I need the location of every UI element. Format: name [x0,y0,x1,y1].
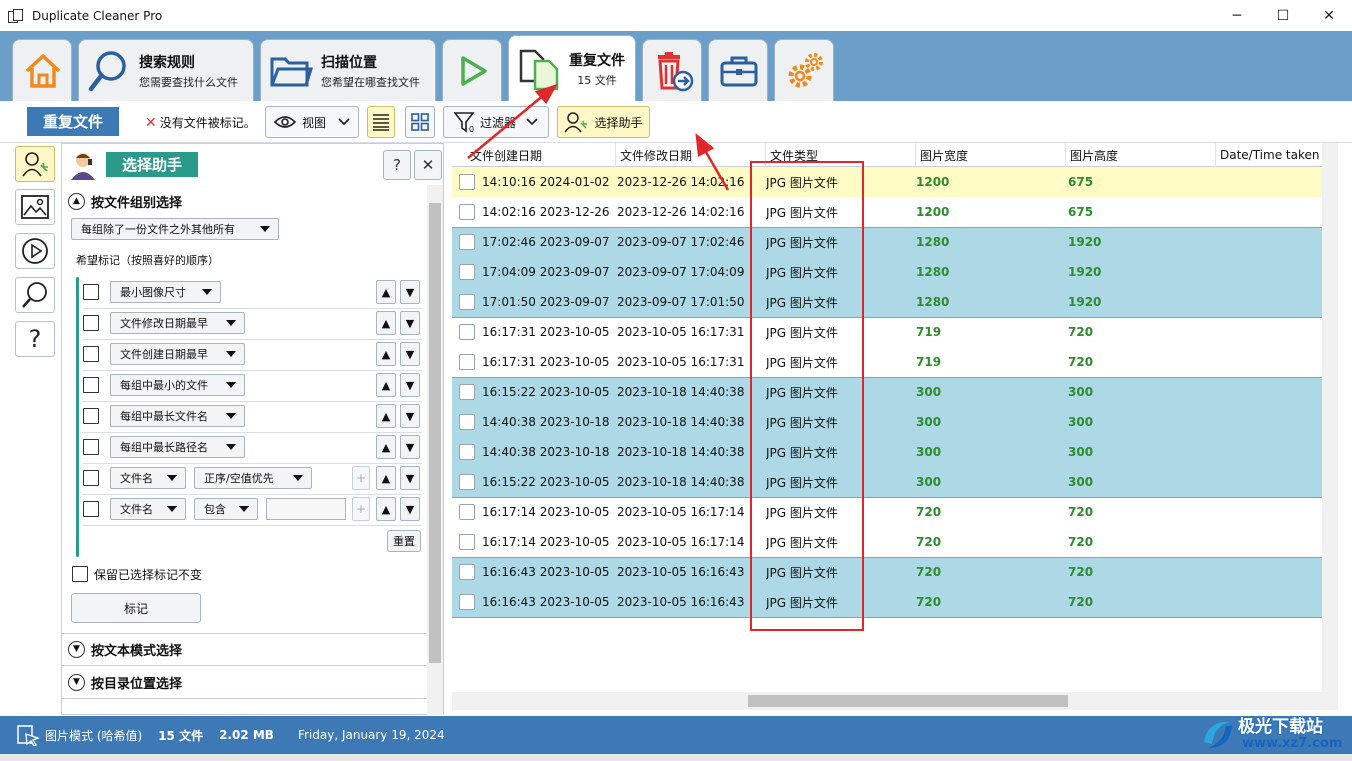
watermark-url: www.xz7.com [1242,736,1343,751]
status-size: 2.02 MB [219,728,274,742]
status-date: Friday, January 19, 2024 [297,728,445,742]
arrow-to-tab [467,93,546,159]
annotation-arrows [467,83,730,191]
watermark-logo: 极光下载站 www.xz7.com [1198,708,1348,758]
bottom-strip [0,754,1352,761]
status-mode: 图片模式 (哈希值) [45,728,143,743]
watermark-text: 极光下载站 [1238,717,1323,737]
watermark-swirl-icon [1204,721,1232,748]
arrow-to-assistant [701,146,730,191]
image-mode-icon [16,724,40,746]
status-bar: 图片模式 (哈希值) 15 文件 2.02 MB Friday, January… [0,716,1352,754]
arrow-head [695,133,715,157]
status-count: 15 文件 [158,728,204,743]
